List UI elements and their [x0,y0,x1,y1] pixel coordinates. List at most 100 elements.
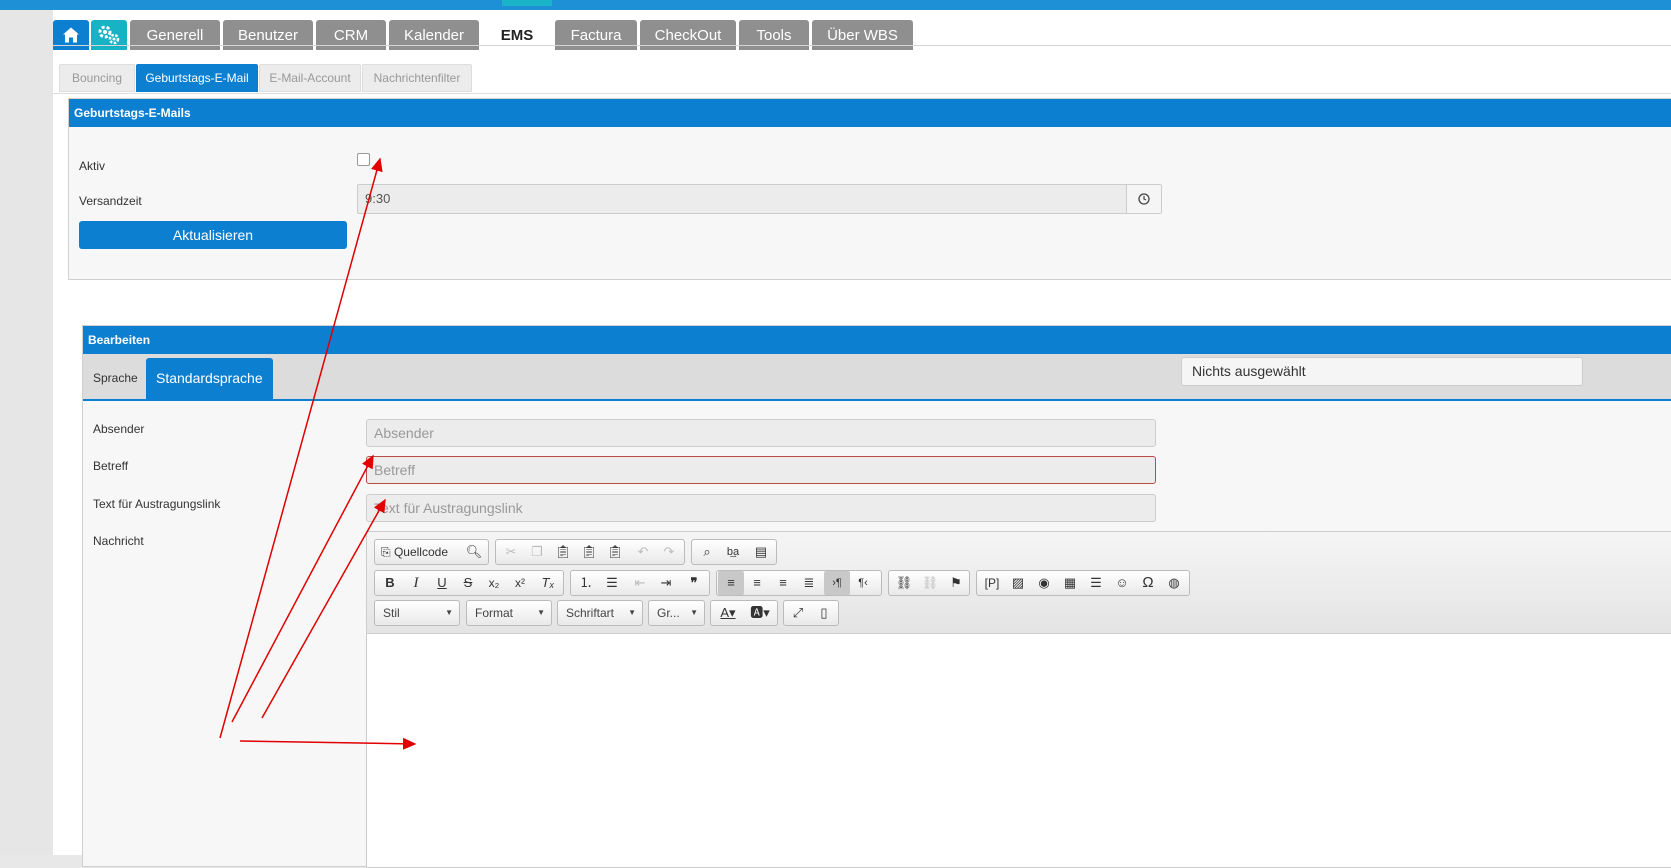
subtab-nachrichtenfilter[interactable]: Nachrichtenfilter [362,64,472,92]
top-bar [0,0,1671,10]
tab-default-language[interactable]: Standardsprache [146,358,273,399]
toolbar-group-links: ⛓ ⛓ ⚑ [888,570,970,596]
table-icon[interactable]: ▦ [1057,571,1083,595]
format-combo-label: Format [475,606,514,620]
toolbar-group-lists: ⒈ ☰ ⇤ ⇥ ❞ [570,570,710,596]
tab-language[interactable]: Sprache [83,358,148,399]
source-button[interactable]: ⎘ Quellcode [375,540,463,564]
unsubscribe-text-label: Text für Austragungslink [93,497,221,511]
panel-title: Geburtstags-E-Mails [69,99,1671,127]
font-combo[interactable]: Schriftart ▼ [557,600,643,626]
subtab-email-account[interactable]: E-Mail-Account [259,64,361,92]
sender-input[interactable]: Absender [366,419,1156,447]
align-right-icon[interactable]: ≡ [770,571,796,595]
editor-content-area[interactable] [367,634,1671,867]
style-combo[interactable]: Stil ▼ [374,600,460,626]
maximize-icon[interactable]: ⤢ [785,601,811,625]
font-combo-label: Schriftart [566,606,615,620]
placeholder-icon[interactable]: [P] [979,571,1005,595]
ltr-icon[interactable]: ›¶ [824,571,850,595]
active-label: Aktiv [79,159,106,173]
subject-label: Betreff [93,459,129,473]
subscript-icon[interactable]: x₂ [481,571,507,595]
paste-icon[interactable]: 📋︎ [550,540,576,564]
cut-icon[interactable]: ✂ [498,540,524,564]
background-color-icon[interactable]: 🅰︎▾ [745,601,775,625]
undo-icon[interactable]: ↶ [630,540,656,564]
page: Generell Benutzer CRM Kalender EMS Factu… [53,10,1671,868]
align-center-icon[interactable]: ≡ [744,571,770,595]
toolbar-group-clipboard: ✂ ❐ 📋︎ 📋︎ 📋︎ ↶ ↷ [495,539,685,565]
language-tabs: Sprache Standardsprache Nichts ausgewähl… [83,354,1671,401]
copy-icon[interactable]: ❐ [524,540,550,564]
smiley-icon[interactable]: ☺ [1109,571,1135,595]
source-label: Quellcode [393,545,448,559]
message-label: Nachricht [93,534,144,548]
language-select[interactable]: Nichts ausgewählt [1181,357,1583,386]
toolbar-group-colors: A▾ 🅰︎▾ [710,600,778,626]
show-blocks-icon[interactable]: ▯ [811,601,837,625]
horizontal-line-icon[interactable]: ☰ [1083,571,1109,595]
rich-text-editor: ⎘ Quellcode 🔍︎ ✂ ❐ 📋︎ 📋︎ 📋︎ ↶ ↷ ⌕ b͢a ▤ [366,531,1671,868]
size-combo-label: Gr... [657,606,680,620]
style-combo-label: Stil [383,606,400,620]
remove-format-icon[interactable]: Tₓ [535,571,561,595]
bulleted-list-icon[interactable]: ☰ [599,571,625,595]
rtl-icon[interactable]: ¶‹ [850,571,876,595]
edit-panel-title: Bearbeiten [83,326,1671,354]
justify-icon[interactable]: ≣ [796,571,822,595]
chevron-down-icon: ▼ [445,608,453,617]
link-icon[interactable]: ⛓ [891,571,917,595]
image-icon[interactable]: ▨ [1005,571,1031,595]
italic-icon[interactable]: I [403,571,429,595]
align-left-icon[interactable]: ≡ [718,571,744,595]
top-bar-accent [502,0,552,6]
toolbar-group-tools: ⤢ ▯ [783,600,839,626]
send-time-input[interactable]: 9:30 [357,184,1162,214]
numbered-list-icon[interactable]: ⒈ [573,571,599,595]
paste-word-icon[interactable]: 📋︎ [602,540,628,564]
subtab-geburtstags-email[interactable]: Geburtstags-E-Mail [136,64,258,92]
paste-text-icon[interactable]: 📋︎ [576,540,602,564]
outdent-icon[interactable]: ⇤ [627,571,653,595]
redo-icon[interactable]: ↷ [656,540,682,564]
subtab-bouncing[interactable]: Bouncing [59,64,135,92]
indent-icon[interactable]: ⇥ [653,571,679,595]
anchor-flag-icon[interactable]: ⚑ [943,571,969,595]
sender-label: Absender [93,422,145,436]
bold-icon[interactable]: B [377,571,403,595]
superscript-icon[interactable]: x² [507,571,533,595]
blockquote-icon[interactable]: ❞ [681,571,707,595]
underline-icon[interactable]: U [429,571,455,595]
edit-panel: Bearbeiten Sprache Standardsprache Nicht… [82,325,1671,868]
find-icon[interactable]: ⌕ [694,540,720,564]
editor-toolbar: ⎘ Quellcode 🔍︎ ✂ ❐ 📋︎ 📋︎ 📋︎ ↶ ↷ ⌕ b͢a ▤ [367,532,1671,634]
active-checkbox[interactable] [357,153,370,166]
toolbar-group-find: ⌕ b͢a ▤ [691,539,777,565]
send-time-label: Versandzeit [79,194,142,208]
unsubscribe-text-input[interactable]: Text für Austragungslink [366,494,1156,522]
update-button[interactable]: Aktualisieren [79,221,347,249]
toolbar-group-basic: B I U S x₂ x² Tₓ [374,570,564,596]
left-gutter [0,10,53,855]
strike-icon[interactable]: S [455,571,481,595]
size-combo[interactable]: Gr... ▼ [648,600,705,626]
chevron-down-icon: ▼ [690,608,698,617]
unlink-icon[interactable]: ⛓ [917,571,943,595]
select-all-icon[interactable]: ▤ [748,540,774,564]
replace-icon[interactable]: b͢a [720,540,746,564]
sub-tabs: Bouncing Geburtstags-E-Mail E-Mail-Accou… [53,55,1671,94]
chevron-down-icon: ▼ [537,608,545,617]
tab-divider [53,45,1671,46]
clock-icon[interactable] [1126,185,1161,213]
chevron-down-icon: ▼ [628,608,636,617]
format-combo[interactable]: Format ▼ [466,600,552,626]
iframe-globe-icon[interactable]: ◍ [1161,571,1187,595]
toolbar-group-document: ⎘ Quellcode 🔍︎ [374,539,489,565]
subject-input[interactable]: Betreff [366,456,1156,484]
text-color-icon[interactable]: A▾ [713,601,743,625]
special-char-icon[interactable]: Ω [1135,571,1161,595]
flash-icon[interactable]: ◉ [1031,571,1057,595]
preview-icon[interactable]: 🔍︎ [461,540,487,564]
source-icon: ⎘ [381,545,391,559]
